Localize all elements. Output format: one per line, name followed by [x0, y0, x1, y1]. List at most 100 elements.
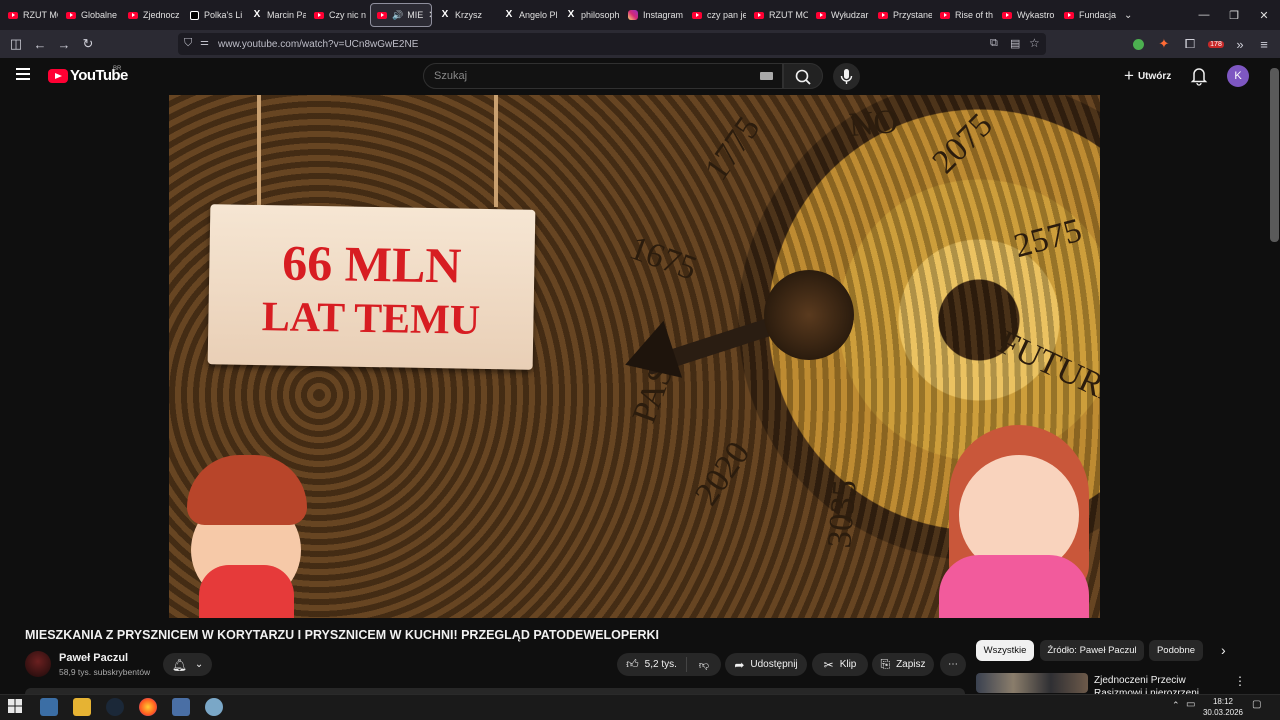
chip-related[interactable]: Podobne	[1149, 640, 1203, 661]
minimize-icon[interactable]: —	[1188, 0, 1220, 30]
chip-all[interactable]: Wszystkie	[976, 640, 1034, 661]
windows-taskbar	[0, 694, 1280, 720]
thumbs-down-icon: 👎︎	[698, 659, 710, 671]
address-bar[interactable]: ⛉ ⚌ www.youtube.com/watch?v=UCn8wGwE2NE …	[178, 33, 1046, 55]
browser-tab[interactable]: RZUT MO	[748, 3, 808, 27]
extension-badge-icon[interactable]: 178	[1204, 30, 1228, 58]
firefox-icon[interactable]	[139, 698, 157, 716]
more-horizontal-icon: ⋯	[948, 659, 958, 670]
browser-tab[interactable]: Instagram	[622, 3, 684, 27]
youtube-logo-icon[interactable]	[48, 69, 68, 83]
keyboard-icon[interactable]	[760, 72, 773, 80]
thumbs-up-icon: 👍︎	[626, 657, 639, 671]
browser-tab[interactable]: X Marcin Pa	[246, 3, 306, 27]
channel-name[interactable]: Paweł Paczul	[59, 652, 128, 664]
app-menu-icon[interactable]: ≡	[1252, 30, 1276, 58]
save-button[interactable]: ⎘ Zapisz	[872, 653, 934, 676]
video-player[interactable]: 66 MLN LAT TEMU 1775 NO 2075 1675 2575 P…	[169, 95, 1100, 618]
tab-list-chevron-icon[interactable]: ⌄	[1118, 3, 1142, 27]
picture-in-picture-icon[interactable]: ⧉	[990, 37, 998, 50]
tab-label: Czy nic n	[329, 10, 367, 20]
bookmark-icon: ⎘	[880, 657, 891, 671]
browser-tab[interactable]: X Angelo Pl	[498, 3, 558, 27]
more-actions-button[interactable]: ⋯	[940, 653, 966, 676]
guide-menu-icon[interactable]	[16, 68, 30, 80]
calculator-icon[interactable]	[172, 698, 190, 716]
dislike-button[interactable]: 👎︎	[687, 659, 721, 671]
taskbar-time[interactable]: 18:12	[1203, 697, 1243, 706]
chip-source-channel[interactable]: Źródło: Paweł Paczul	[1040, 640, 1144, 661]
x-icon: X	[567, 9, 575, 20]
reload-icon[interactable]: ↻	[76, 30, 100, 58]
browser-tab[interactable]: Rise of th	[934, 3, 994, 27]
browser-tab[interactable]: Wykastro	[996, 3, 1056, 27]
microphone-icon	[840, 69, 853, 84]
back-icon[interactable]: ←	[28, 30, 52, 58]
create-button[interactable]: + Utwórz	[1118, 64, 1177, 88]
search-button[interactable]	[783, 63, 823, 89]
tab-label: Zjednocz	[143, 10, 180, 20]
extensions-puzzle-icon[interactable]: ⧠	[1178, 30, 1202, 58]
chevron-right-icon[interactable]: ›	[1221, 642, 1226, 658]
close-window-icon[interactable]: ✕	[1248, 0, 1280, 30]
browser-tab[interactable]: RZUT MO	[2, 3, 58, 27]
country-code: BR	[113, 66, 122, 72]
dial-number: 3035	[821, 478, 864, 550]
firefox-extension-icon[interactable]: ✦	[1152, 30, 1176, 58]
youtube-icon	[816, 11, 826, 19]
recommended-video-thumbnail[interactable]	[976, 673, 1088, 693]
tray-chevron-icon[interactable]: ⌃	[1172, 700, 1180, 711]
file-explorer-icon[interactable]	[73, 698, 91, 716]
more-tools-icon[interactable]: »	[1228, 30, 1252, 58]
notifications-center-icon[interactable]: ▢	[1252, 699, 1261, 710]
app-pinned-icon[interactable]	[205, 698, 223, 716]
browser-tab[interactable]: Fundacja	[1058, 3, 1116, 27]
scrollbar-thumb[interactable]	[1270, 68, 1279, 242]
browser-tab[interactable]: Xphilosoph	[560, 3, 620, 27]
sign-rope	[257, 95, 261, 207]
close-tab-icon[interactable]: ✕	[428, 10, 431, 21]
account-avatar[interactable]: K	[1227, 65, 1249, 87]
windows-start-icon[interactable]	[8, 699, 22, 713]
tab-label: Polka's Li	[204, 10, 243, 20]
browser-tab[interactable]: czy pan je	[686, 3, 746, 27]
browser-tab[interactable]: Czy nic n	[308, 3, 368, 27]
browser-tab[interactable]: Polka's Li	[184, 3, 244, 27]
browser-tab[interactable]: Globalne	[60, 3, 120, 27]
restore-icon[interactable]: ❐	[1218, 0, 1250, 30]
network-icon[interactable]: ▭	[1186, 699, 1195, 710]
desktop-app-icon[interactable]	[40, 698, 58, 716]
reader-view-icon[interactable]: ▤	[1010, 37, 1020, 50]
browser-tab[interactable]: Zjednocz	[122, 3, 182, 27]
search-input[interactable]: Szukaj	[423, 63, 783, 89]
browser-tab[interactable]: X Krzysz	[434, 3, 496, 27]
notifications-bell-icon[interactable]	[1190, 66, 1208, 86]
share-button[interactable]: ➦ Udostępnij	[725, 653, 807, 676]
tab-label: Rise of th	[955, 10, 994, 20]
browser-tab-active[interactable]: 🔊 MIE ✕	[370, 3, 432, 27]
boy-shirt	[199, 565, 294, 618]
subscriber-count: 58,9 tys. subskrybentów	[59, 667, 151, 677]
shield-icon[interactable]: ⛉	[184, 37, 192, 50]
vpn-icon[interactable]	[1126, 30, 1150, 58]
steam-icon[interactable]	[106, 698, 124, 716]
tab-label: Wyłudzar	[831, 10, 869, 20]
recommended-video-title[interactable]: Zjednoczeni Przeciw Rasizmowi i nierozrz…	[1094, 674, 1229, 694]
tab-label: Fundacja	[1079, 10, 1116, 20]
bookmark-star-icon[interactable]: ☆	[1029, 36, 1040, 50]
forward-icon[interactable]: →	[52, 30, 76, 58]
voice-search-button[interactable]	[833, 63, 860, 90]
recommended-more-icon[interactable]: ⋮	[1234, 674, 1246, 688]
browser-tab[interactable]: Przystane	[872, 3, 932, 27]
taskbar-date[interactable]: 30.03.2026	[1198, 708, 1248, 717]
clip-label: Klip	[839, 659, 857, 670]
speaker-icon[interactable]: 🔊	[392, 10, 403, 21]
notifications-subscription-button[interactable]: 🔔︎ ⌄	[163, 653, 212, 676]
tab-label: czy pan je	[707, 10, 746, 20]
clip-button[interactable]: ✂ Klip	[812, 653, 868, 676]
browser-tab[interactable]: Wyłudzar	[810, 3, 870, 27]
sidebar-toggle-icon[interactable]: ◫	[4, 30, 28, 58]
like-button[interactable]: 👍︎ 5,2 tys.	[617, 657, 687, 672]
site-permissions-icon[interactable]: ⚌	[200, 37, 209, 48]
channel-avatar[interactable]	[25, 651, 51, 677]
